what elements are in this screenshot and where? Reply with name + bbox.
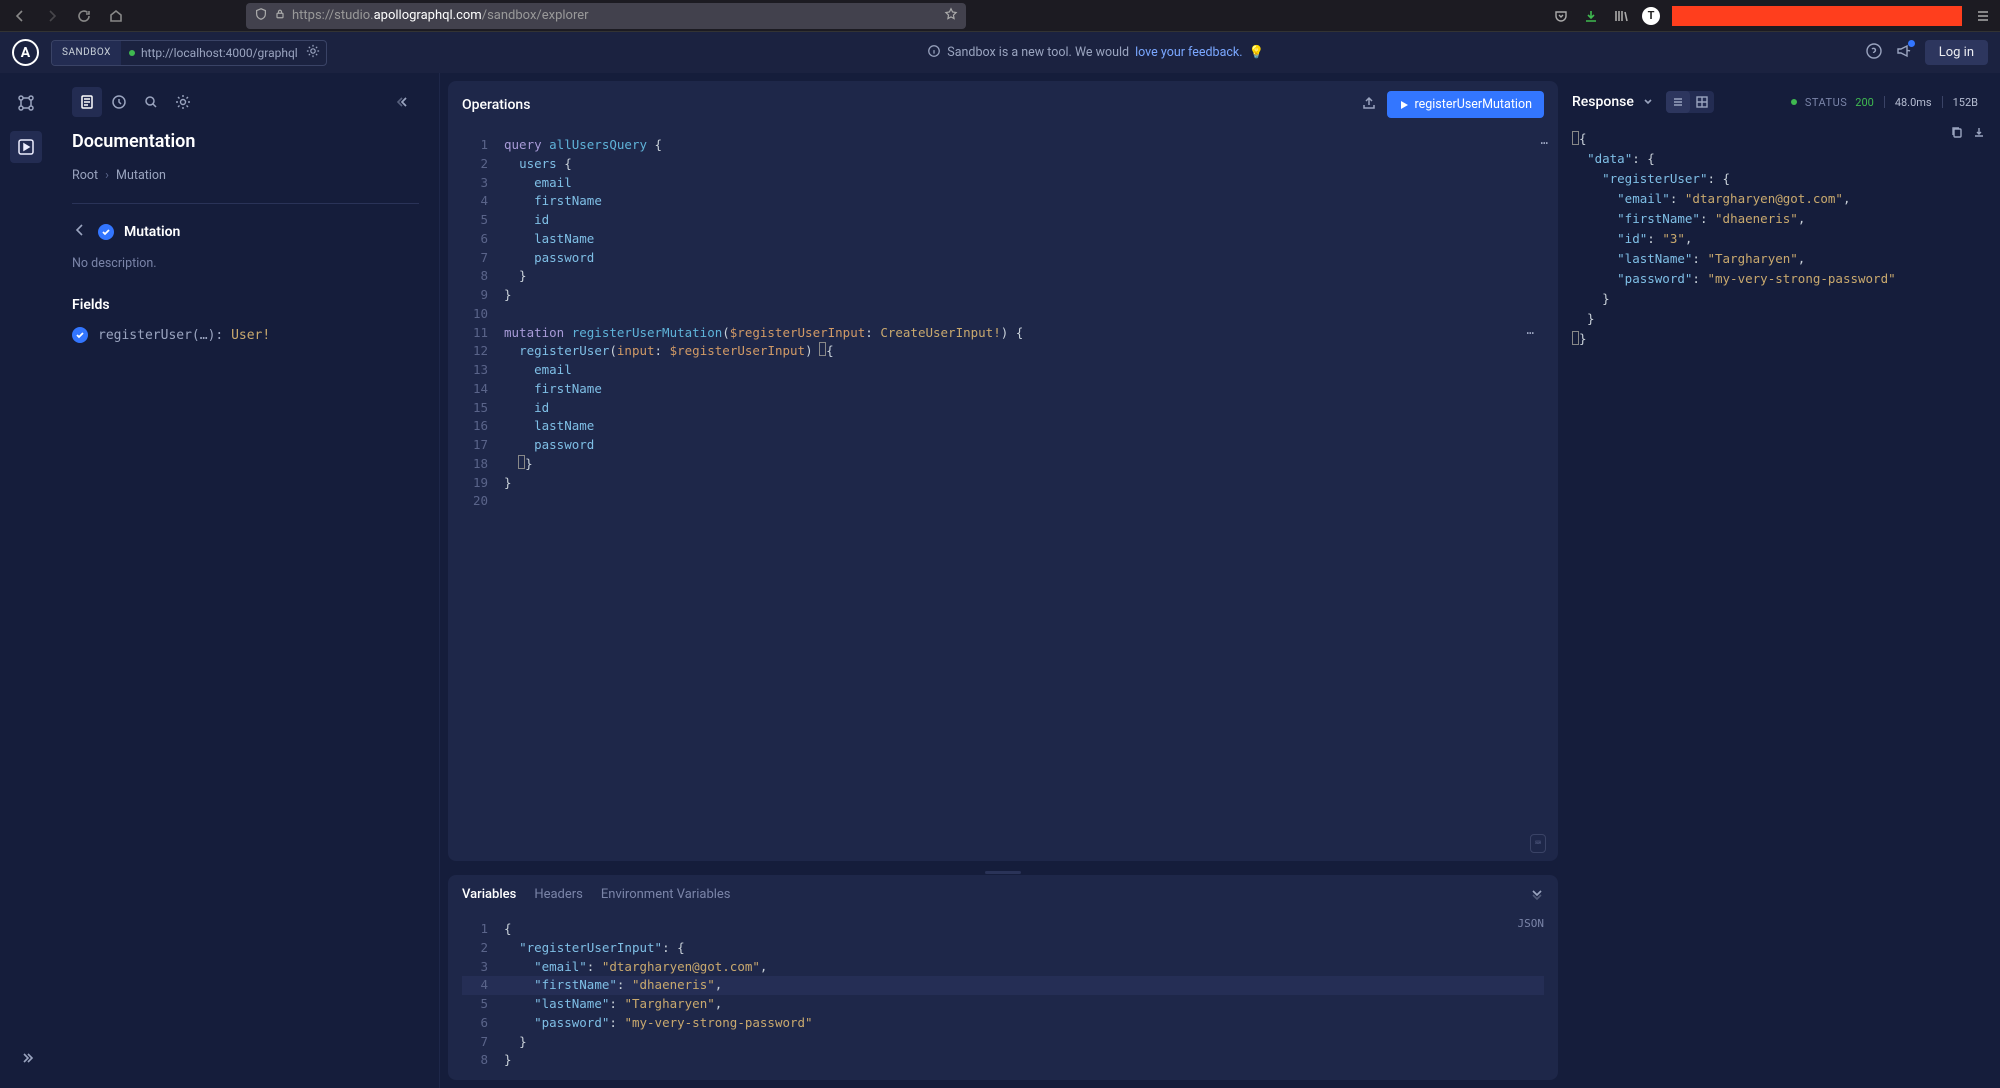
status-bar: STATUS 200 48.0ms 152B [1791,96,1978,109]
table-view-icon[interactable] [1690,91,1714,113]
lightbulb-icon: 💡 [1249,45,1265,60]
bookmark-star-icon[interactable] [944,7,958,25]
collapse-sidebar-icon[interactable] [389,87,419,117]
docs-tab-icon[interactable] [72,87,102,117]
help-icon[interactable] [1865,42,1883,64]
chevron-down-icon[interactable] [1642,93,1654,112]
redacted-extension-bar [1672,6,1962,26]
share-icon[interactable] [1361,95,1377,115]
check-circle-icon[interactable] [72,327,88,343]
apollo-logo[interactable]: A [12,39,39,66]
breadcrumb: Root › Mutation [72,168,419,183]
collapse-variables-icon[interactable] [1530,885,1544,904]
tab-env-variables[interactable]: Environment Variables [601,887,731,902]
pocket-icon[interactable] [1552,7,1570,25]
shield-icon [254,7,268,25]
schema-nav-icon[interactable] [10,87,42,119]
response-body[interactable]: { "data": { "registerUser": { "email": "… [1558,123,1992,1080]
list-view-icon[interactable] [1666,91,1690,113]
forward-button[interactable] [40,4,64,28]
more-dots-icon[interactable]: ⋯ [1540,134,1548,153]
banner-message: Sandbox is a new tool. We would love you… [339,44,1853,62]
crumb-root[interactable]: Root [72,168,98,183]
divider [72,203,419,204]
main-content: Documentation Root › Mutation Mutation N… [0,73,2000,1088]
nav-rail [0,73,52,1088]
fields-heading: Fields [72,297,419,313]
operations-editor[interactable]: 1query allUsersQuery {2 users {3 email4 … [448,128,1558,861]
view-toggle [1666,91,1714,113]
download-icon[interactable] [1582,7,1600,25]
tab-headers[interactable]: Headers [534,887,583,902]
mutation-heading: Mutation [124,224,180,240]
variables-panel: Variables Headers Environment Variables … [448,875,1558,1080]
run-button[interactable]: registerUserMutation [1387,91,1545,118]
explorer-nav-icon[interactable] [10,131,42,163]
back-button[interactable] [8,4,32,28]
status-dot-icon [129,50,135,56]
status-dot-icon [1791,99,1797,105]
endpoint-settings-icon[interactable] [306,43,326,62]
crumb-mutation[interactable]: Mutation [116,168,166,183]
operations-title: Operations [462,97,530,113]
account-icon[interactable]: T [1642,7,1660,25]
feedback-link[interactable]: love your feedback. [1135,45,1242,60]
settings-tab-icon[interactable] [168,87,198,117]
response-column: Response STATUS 200 48.0ms 152B [1558,73,2000,1088]
sandbox-endpoint[interactable]: SANDBOX http://localhost:4000/graphql [51,40,327,66]
app-header: A SANDBOX http://localhost:4000/graphql … [0,32,2000,73]
collapse-rail-icon[interactable] [10,1042,42,1074]
documentation-sidebar: Documentation Root › Mutation Mutation N… [52,73,440,1088]
variables-editor[interactable]: JSON 1{2 "registerUserInput": {3 "email"… [448,914,1558,1080]
info-icon [927,44,941,62]
center-column: Operations registerUserMutation 1query a… [440,73,1558,1088]
history-tab-icon[interactable] [104,87,134,117]
field-row[interactable]: registerUser(…): User! [72,327,419,343]
announcements-icon[interactable] [1895,42,1913,64]
reload-button[interactable] [72,4,96,28]
copy-icon[interactable] [1948,123,1966,147]
keyboard-shortcut-icon[interactable]: ⌨ [1530,834,1546,853]
browser-chrome: https://studio.apollographql.com/sandbox… [0,0,2000,32]
json-badge[interactable]: JSON [1518,916,1545,933]
description-text: No description. [72,256,419,271]
response-title: Response [1572,94,1634,110]
notification-dot [1908,40,1915,47]
search-tab-icon[interactable] [136,87,166,117]
library-icon[interactable] [1612,7,1630,25]
operations-panel: Operations registerUserMutation 1query a… [448,81,1558,861]
menu-burger-icon[interactable] [1974,7,1992,25]
back-arrow-icon[interactable] [72,222,88,242]
login-button[interactable]: Log in [1925,40,1988,65]
lock-icon [274,8,286,24]
play-icon [1399,100,1409,110]
home-button[interactable] [104,4,128,28]
tab-variables[interactable]: Variables [462,887,516,902]
download-response-icon[interactable] [1970,123,1988,147]
url-bar[interactable]: https://studio.apollographql.com/sandbox… [246,3,966,29]
doc-title: Documentation [72,131,419,152]
url-text: https://studio.apollographql.com/sandbox… [292,8,589,23]
check-circle-icon[interactable] [98,224,114,240]
